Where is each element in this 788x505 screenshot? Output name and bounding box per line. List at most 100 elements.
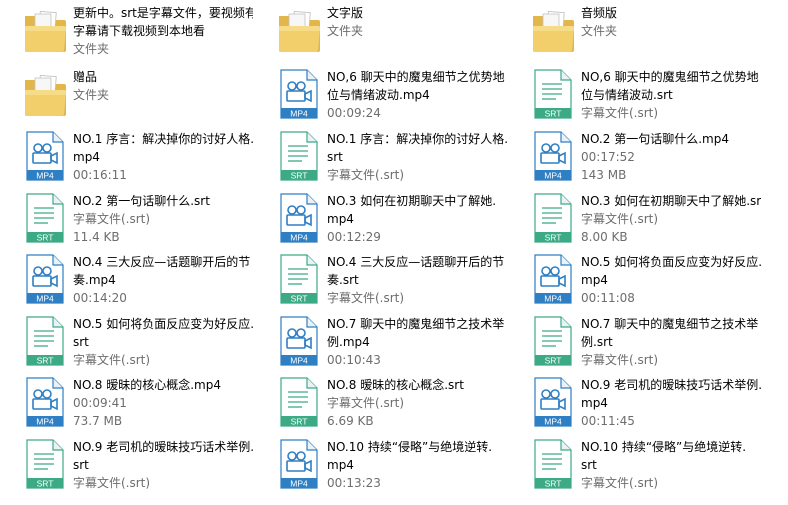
file-tiles-view: 更新中。srt是字幕文件，要视频有 字幕请下载视频到本地看 文件夹 文字版 文件夹 音…	[0, 0, 788, 505]
mp4-file-tile[interactable]: MP4 NO.1 序言：解决掉你的讨好人格. mp4 00:16:11	[0, 126, 254, 186]
srt-file-tile[interactable]: SRT NO.5 如何将负面反应变为好反应. srt 字幕文件(.srt)	[0, 311, 254, 371]
folder-tile[interactable]: 赠品 文件夹	[0, 64, 254, 124]
file-type-label: 字幕文件(.srt)	[73, 212, 151, 226]
mp4-file-tile[interactable]: MP4 NO.3 如何在初期聊天中了解她. mp4 00:12:29	[254, 188, 508, 248]
file-name-line: mp4	[581, 273, 608, 287]
file-name-line: 更新中。srt是字幕文件，要视频有	[73, 6, 253, 20]
srt-file-tile[interactable]: SRT NO.9 老司机的暧昧技巧话术举例. srt 字幕文件(.srt)	[0, 434, 254, 494]
video-file-icon: MP4	[530, 251, 578, 307]
file-type-badge: SRT	[545, 233, 562, 243]
file-type-label: 文件夹	[73, 42, 110, 56]
srt-file-tile[interactable]: SRT NO.4 三大反应—话题聊开后的节 奏.srt 字幕文件(.srt)	[254, 249, 508, 309]
tile-text: NO.9 老司机的暧昧技巧话术举例. mp4 00:11:45	[581, 376, 761, 430]
subtitle-file-icon: SRT	[530, 66, 578, 122]
file-type-badge: MP4	[544, 171, 562, 181]
tile-text: NO.4 三大反应—话题聊开后的节 奏.srt 字幕文件(.srt)	[327, 253, 507, 307]
file-name-line: 位与情绪波动.srt	[581, 88, 673, 102]
tile-text: NO.4 三大反应—话题聊开后的节 奏.mp4 00:14:20	[73, 253, 253, 307]
tile-text: NO.10 持续“侵略”与绝境逆转. mp4 00:13:23	[327, 438, 507, 492]
file-name-line: NO.3 如何在初期聊天中了解她.	[327, 194, 497, 208]
file-name-line: srt	[327, 150, 343, 164]
file-type-label: 字幕文件(.srt)	[73, 353, 151, 367]
srt-file-tile[interactable]: SRT NO.8 暧昧的核心概念.srt 字幕文件(.srt) 6.69 KB	[254, 372, 508, 432]
file-type-badge: MP4	[36, 171, 54, 181]
file-name-line: mp4	[581, 396, 608, 410]
subtitle-file-icon: SRT	[22, 190, 70, 246]
tile-text: NO.1 序言：解决掉你的讨好人格. srt 字幕文件(.srt)	[327, 130, 507, 184]
mp4-file-tile[interactable]: MP4 NO.5 如何将负面反应变为好反应. mp4 00:11:08	[508, 249, 762, 309]
tile-text: 更新中。srt是字幕文件，要视频有 字幕请下载视频到本地看 文件夹	[73, 4, 253, 58]
file-name-line: 位与情绪波动.mp4	[327, 88, 430, 102]
file-type-badge: SRT	[37, 479, 54, 489]
video-file-icon: MP4	[530, 128, 578, 184]
file-type-badge: SRT	[545, 356, 562, 366]
folder-icon	[530, 2, 578, 58]
file-name-line: mp4	[327, 458, 354, 472]
file-name-line: NO.8 暧昧的核心概念.mp4	[73, 378, 221, 392]
file-type-label: 字幕文件(.srt)	[327, 291, 405, 305]
tile-text: NO.8 暧昧的核心概念.mp4 00:09:41 73.7 MB	[73, 376, 253, 430]
mp4-file-tile[interactable]: MP4 NO.10 持续“侵略”与绝境逆转. mp4 00:13:23	[254, 434, 508, 494]
file-duration: 00:12:29	[327, 230, 381, 244]
video-file-icon: MP4	[530, 374, 578, 430]
mp4-file-tile[interactable]: MP4 NO.8 暧昧的核心概念.mp4 00:09:41 73.7 MB	[0, 372, 254, 432]
folder-tile[interactable]: 更新中。srt是字幕文件，要视频有 字幕请下载视频到本地看 文件夹	[0, 0, 254, 60]
tile-text: NO.3 如何在初期聊天中了解她.srt 字幕文件(.srt) 8.00 KB	[581, 192, 761, 246]
file-name-line: NO.10 持续“侵略”与绝境逆转.	[581, 440, 747, 454]
file-type-label: 文件夹	[327, 24, 364, 38]
video-file-icon: MP4	[22, 374, 70, 430]
mp4-file-tile[interactable]: MP4 NO.7 聊天中的魔鬼细节之技术举 例.mp4 00:10:43	[254, 311, 508, 371]
mp4-file-tile[interactable]: MP4 NO,6 聊天中的魔鬼细节之优势地 位与情绪波动.mp4 00:09:24	[254, 64, 508, 124]
subtitle-file-icon: SRT	[22, 436, 70, 492]
file-type-badge: SRT	[545, 109, 562, 119]
file-name-line: NO.5 如何将负面反应变为好反应.	[581, 255, 761, 269]
video-file-icon: MP4	[276, 436, 324, 492]
srt-file-tile[interactable]: SRT NO.7 聊天中的魔鬼细节之技术举 例.srt 字幕文件(.srt)	[508, 311, 762, 371]
tile-text: NO.7 聊天中的魔鬼细节之技术举 例.srt 字幕文件(.srt)	[581, 315, 761, 369]
file-type-badge: SRT	[545, 479, 562, 489]
mp4-file-tile[interactable]: MP4 NO.4 三大反应—话题聊开后的节 奏.mp4 00:14:20	[0, 249, 254, 309]
file-name-line: NO.4 三大反应—话题聊开后的节	[73, 255, 251, 269]
tile-text: 音频版 文件夹	[581, 4, 761, 40]
file-type-badge: SRT	[291, 294, 308, 304]
srt-file-tile[interactable]: SRT NO.3 如何在初期聊天中了解她.srt 字幕文件(.srt) 8.00 K…	[508, 188, 762, 248]
srt-file-tile[interactable]: SRT NO.2 第一句话聊什么.srt 字幕文件(.srt) 11.4 KB	[0, 188, 254, 248]
file-name-line: 赠品	[73, 70, 98, 84]
file-name-line: NO.10 持续“侵略”与绝境逆转.	[327, 440, 493, 454]
file-type-badge: MP4	[290, 109, 308, 119]
file-type-badge: SRT	[37, 356, 54, 366]
tile-text: NO,6 聊天中的魔鬼细节之优势地 位与情绪波动.srt 字幕文件(.srt)	[581, 68, 761, 122]
folder-tile[interactable]: 音频版 文件夹	[508, 0, 762, 60]
file-name-line: 文字版	[327, 6, 364, 20]
subtitle-file-icon: SRT	[530, 436, 578, 492]
subtitle-file-icon: SRT	[530, 190, 578, 246]
folder-tile[interactable]: 文字版 文件夹	[254, 0, 508, 60]
file-name-line: NO.1 序言：解决掉你的讨好人格.	[327, 132, 507, 146]
file-type-badge: SRT	[291, 417, 308, 427]
srt-file-tile[interactable]: SRT NO.1 序言：解决掉你的讨好人格. srt 字幕文件(.srt)	[254, 126, 508, 186]
file-name-line: NO.1 序言：解决掉你的讨好人格.	[73, 132, 253, 146]
file-name-line: NO.7 聊天中的魔鬼细节之技术举	[581, 317, 759, 331]
file-name-line: 字幕请下载视频到本地看	[73, 24, 206, 38]
file-duration: 00:11:45	[581, 414, 635, 428]
file-duration: 00:09:24	[327, 106, 381, 120]
tile-text: NO.5 如何将负面反应变为好反应. srt 字幕文件(.srt)	[73, 315, 253, 369]
subtitle-file-icon: SRT	[276, 128, 324, 184]
video-file-icon: MP4	[276, 313, 324, 369]
file-type-badge: MP4	[36, 294, 54, 304]
srt-file-tile[interactable]: SRT NO,6 聊天中的魔鬼细节之优势地 位与情绪波动.srt 字幕文件(.srt…	[508, 64, 762, 124]
mp4-file-tile[interactable]: MP4 NO.9 老司机的暧昧技巧话术举例. mp4 00:11:45	[508, 372, 762, 432]
file-duration: 00:13:23	[327, 476, 381, 490]
mp4-file-tile[interactable]: MP4 NO.2 第一句话聊什么.mp4 00:17:52 143 MB	[508, 126, 762, 186]
tile-text: NO.7 聊天中的魔鬼细节之技术举 例.mp4 00:10:43	[327, 315, 507, 369]
file-type-label: 字幕文件(.srt)	[581, 212, 659, 226]
subtitle-file-icon: SRT	[276, 374, 324, 430]
tile-text: NO.1 序言：解决掉你的讨好人格. mp4 00:16:11	[73, 130, 253, 184]
file-name-line: 音频版	[581, 6, 618, 20]
file-type-badge: MP4	[290, 479, 308, 489]
file-size: 73.7 MB	[73, 414, 123, 428]
srt-file-tile[interactable]: SRT NO.10 持续“侵略”与绝境逆转. srt 字幕文件(.srt)	[508, 434, 762, 494]
file-name-line: 例.mp4	[327, 335, 370, 349]
file-type-label: 字幕文件(.srt)	[327, 168, 405, 182]
tile-text: 文字版 文件夹	[327, 4, 507, 40]
